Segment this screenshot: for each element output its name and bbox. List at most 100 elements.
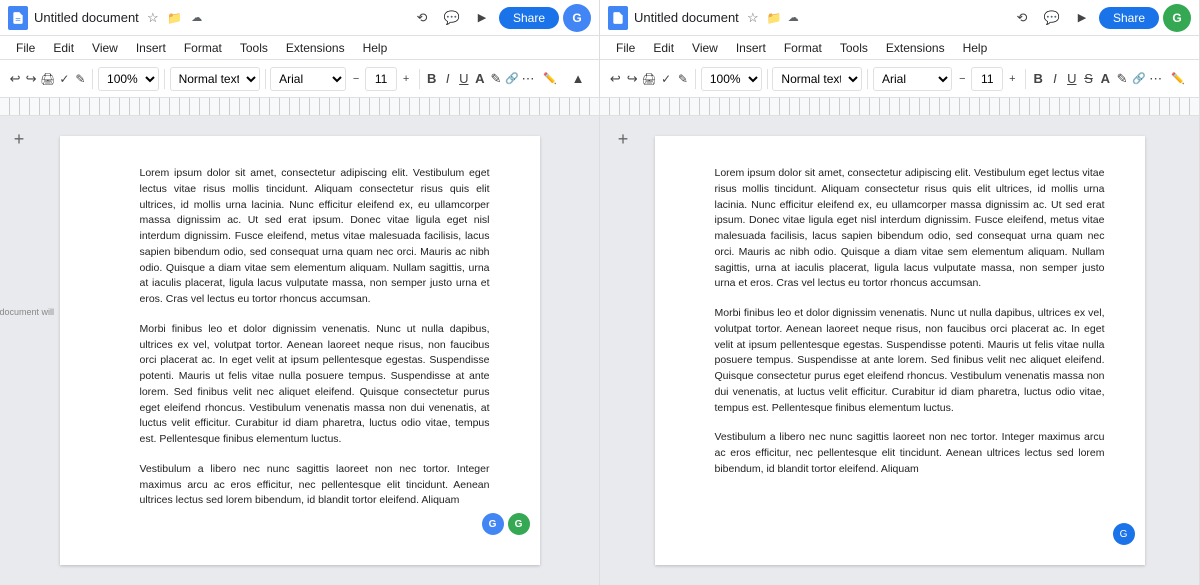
left-style-select[interactable]: Normal text Heading 1 Heading 2 <box>170 67 260 91</box>
right-avatar: G <box>1163 4 1191 32</box>
left-italic-btn[interactable]: I <box>441 66 455 92</box>
left-collab-avatar-2: G <box>508 513 530 535</box>
left-undo-btn[interactable]: ↩ <box>8 66 22 92</box>
right-style-select[interactable]: Normal text Heading 1 Heading 2 <box>772 67 862 91</box>
right-menu-help[interactable]: Help <box>955 39 996 57</box>
left-font-size-input[interactable] <box>365 67 397 91</box>
left-spellcheck-btn[interactable]: ✓ <box>57 66 71 92</box>
right-doc-page[interactable]: Lorem ipsum dolor sit amet, consectetur … <box>655 136 1145 565</box>
left-menu-insert[interactable]: Insert <box>128 39 174 57</box>
right-menu-tools[interactable]: Tools <box>832 39 876 57</box>
right-menu-insert[interactable]: Insert <box>728 39 774 57</box>
left-font-select[interactable]: Arial Times New Roman <box>270 67 346 91</box>
left-doc-page[interactable]: document will Lorem ipsum dolor sit amet… <box>60 136 540 565</box>
left-menu-file[interactable]: File <box>8 39 43 57</box>
right-star-icon[interactable]: ☆ <box>745 10 761 26</box>
left-title-actions: ⟲ 💬 ▶ Share G <box>409 4 591 32</box>
left-folder-icon[interactable]: 📁 <box>167 10 183 26</box>
left-paintformat-btn[interactable]: ✎ <box>73 66 87 92</box>
right-spellcheck-btn[interactable]: ✓ <box>659 66 674 92</box>
right-bold-btn[interactable]: B <box>1031 66 1046 92</box>
right-video-btn[interactable]: ▶ <box>1069 5 1095 31</box>
right-more-btn[interactable]: ⋯ <box>1148 66 1163 92</box>
left-comment-btn[interactable]: 💬 <box>439 5 465 31</box>
right-link-btn[interactable]: 🔗 <box>1131 66 1146 92</box>
left-underline-btn[interactable]: U <box>457 66 471 92</box>
right-paintformat-btn[interactable]: ✎ <box>676 66 691 92</box>
left-mode-btn[interactable]: ✏️ <box>537 66 563 92</box>
left-highlight-btn[interactable]: ✎ <box>489 66 503 92</box>
right-toolbar-right: ✏️ <box>1165 66 1191 92</box>
right-underline-btn[interactable]: U <box>1064 66 1079 92</box>
left-menu-tools[interactable]: Tools <box>232 39 276 57</box>
right-history-btn[interactable]: ⟲ <box>1009 5 1035 31</box>
left-ruler-inner <box>0 98 599 115</box>
left-redo-btn[interactable]: ↪ <box>24 66 38 92</box>
right-font-decrease[interactable]: − <box>954 67 970 91</box>
left-add-btn[interactable]: + <box>8 128 30 150</box>
left-menu-help[interactable]: Help <box>355 39 396 57</box>
right-menu-view[interactable]: View <box>684 39 726 57</box>
left-collab-avatars: G G <box>482 513 530 535</box>
right-comment-btn[interactable]: 💬 <box>1039 5 1065 31</box>
right-zoom-select[interactable]: 100% 75% 125% <box>701 67 762 91</box>
right-paragraph-3: Vestibulum a libero nec nunc sagittis la… <box>715 430 1105 477</box>
left-font-decrease[interactable]: − <box>348 67 364 91</box>
right-print-btn[interactable]: 🖨 <box>642 66 657 92</box>
right-strikethrough-btn[interactable]: S <box>1081 66 1096 92</box>
left-video-btn[interactable]: ▶ <box>469 5 495 31</box>
right-undo-btn[interactable]: ↩ <box>608 66 623 92</box>
right-collab-badge: G <box>1113 523 1135 545</box>
right-menu-extensions[interactable]: Extensions <box>878 39 953 57</box>
right-toolbar: ↩ ↪ 🖨 ✓ ✎ 100% 75% 125% Normal text Head… <box>600 60 1199 98</box>
left-collab-avatar-1: G <box>482 513 504 535</box>
right-highlight-btn[interactable]: ✎ <box>1115 66 1130 92</box>
left-menu-format[interactable]: Format <box>176 39 230 57</box>
left-history-btn[interactable]: ⟲ <box>409 5 435 31</box>
left-menu-view[interactable]: View <box>84 39 126 57</box>
left-zoom-select[interactable]: 100% 75% 125% <box>98 67 159 91</box>
left-panel: Untitled document ☆ 📁 ☁ ⟲ 💬 ▶ Share G Fi… <box>0 0 600 585</box>
left-share-button[interactable]: Share <box>499 7 559 29</box>
left-divider-2 <box>164 69 165 89</box>
right-ruler <box>600 98 1199 116</box>
right-italic-btn[interactable]: I <box>1048 66 1063 92</box>
right-doc-title: Untitled document <box>634 10 739 25</box>
right-divider-1 <box>695 69 696 89</box>
right-divider-4 <box>1025 69 1026 89</box>
right-redo-btn[interactable]: ↪ <box>625 66 640 92</box>
right-color-btn[interactable]: A <box>1098 66 1113 92</box>
right-font-increase[interactable]: + <box>1004 67 1020 91</box>
left-color-btn[interactable]: A <box>473 66 487 92</box>
left-bold-btn[interactable]: B <box>425 66 439 92</box>
right-menu-edit[interactable]: Edit <box>645 39 682 57</box>
right-add-btn[interactable]: + <box>612 128 634 150</box>
right-paragraph-2: Morbi finibus leo et dolor dignissim ven… <box>715 306 1105 416</box>
left-paragraph-1: Lorem ipsum dolor sit amet, consectetur … <box>140 166 490 308</box>
right-share-button[interactable]: Share <box>1099 7 1159 29</box>
right-ruler-inner <box>600 98 1199 115</box>
left-menu-edit[interactable]: Edit <box>45 39 82 57</box>
right-menu-file[interactable]: File <box>608 39 643 57</box>
right-font-select[interactable]: Arial Times New Roman <box>873 67 952 91</box>
left-print-btn[interactable]: 🖨 <box>40 66 55 92</box>
left-link-btn[interactable]: 🔗 <box>505 66 519 92</box>
left-font-increase[interactable]: + <box>398 67 414 91</box>
left-menu-extensions[interactable]: Extensions <box>278 39 353 57</box>
right-panel: Untitled document ☆ 📁 ☁ ⟲ 💬 ▶ Share G Fi… <box>600 0 1200 585</box>
left-doc-title: Untitled document <box>34 10 139 25</box>
right-font-size-input[interactable] <box>971 67 1003 91</box>
left-star-icon[interactable]: ☆ <box>145 10 161 26</box>
left-cloud-icon: ☁ <box>189 10 205 26</box>
right-folder-icon[interactable]: 📁 <box>767 11 782 25</box>
left-avatar: G <box>563 4 591 32</box>
left-collapse-btn[interactable]: ▲ <box>565 66 591 92</box>
left-more-btn[interactable]: ⋯ <box>521 66 535 92</box>
left-divider-1 <box>92 69 93 89</box>
left-title-bar: Untitled document ☆ 📁 ☁ ⟲ 💬 ▶ Share G <box>0 0 599 36</box>
left-ruler <box>0 98 599 116</box>
left-doc-area: + document will Lorem ipsum dolor sit am… <box>0 116 599 585</box>
left-paragraph-3: Vestibulum a libero nec nunc sagittis la… <box>140 462 490 509</box>
right-mode-btn[interactable]: ✏️ <box>1165 66 1191 92</box>
right-menu-format[interactable]: Format <box>776 39 830 57</box>
